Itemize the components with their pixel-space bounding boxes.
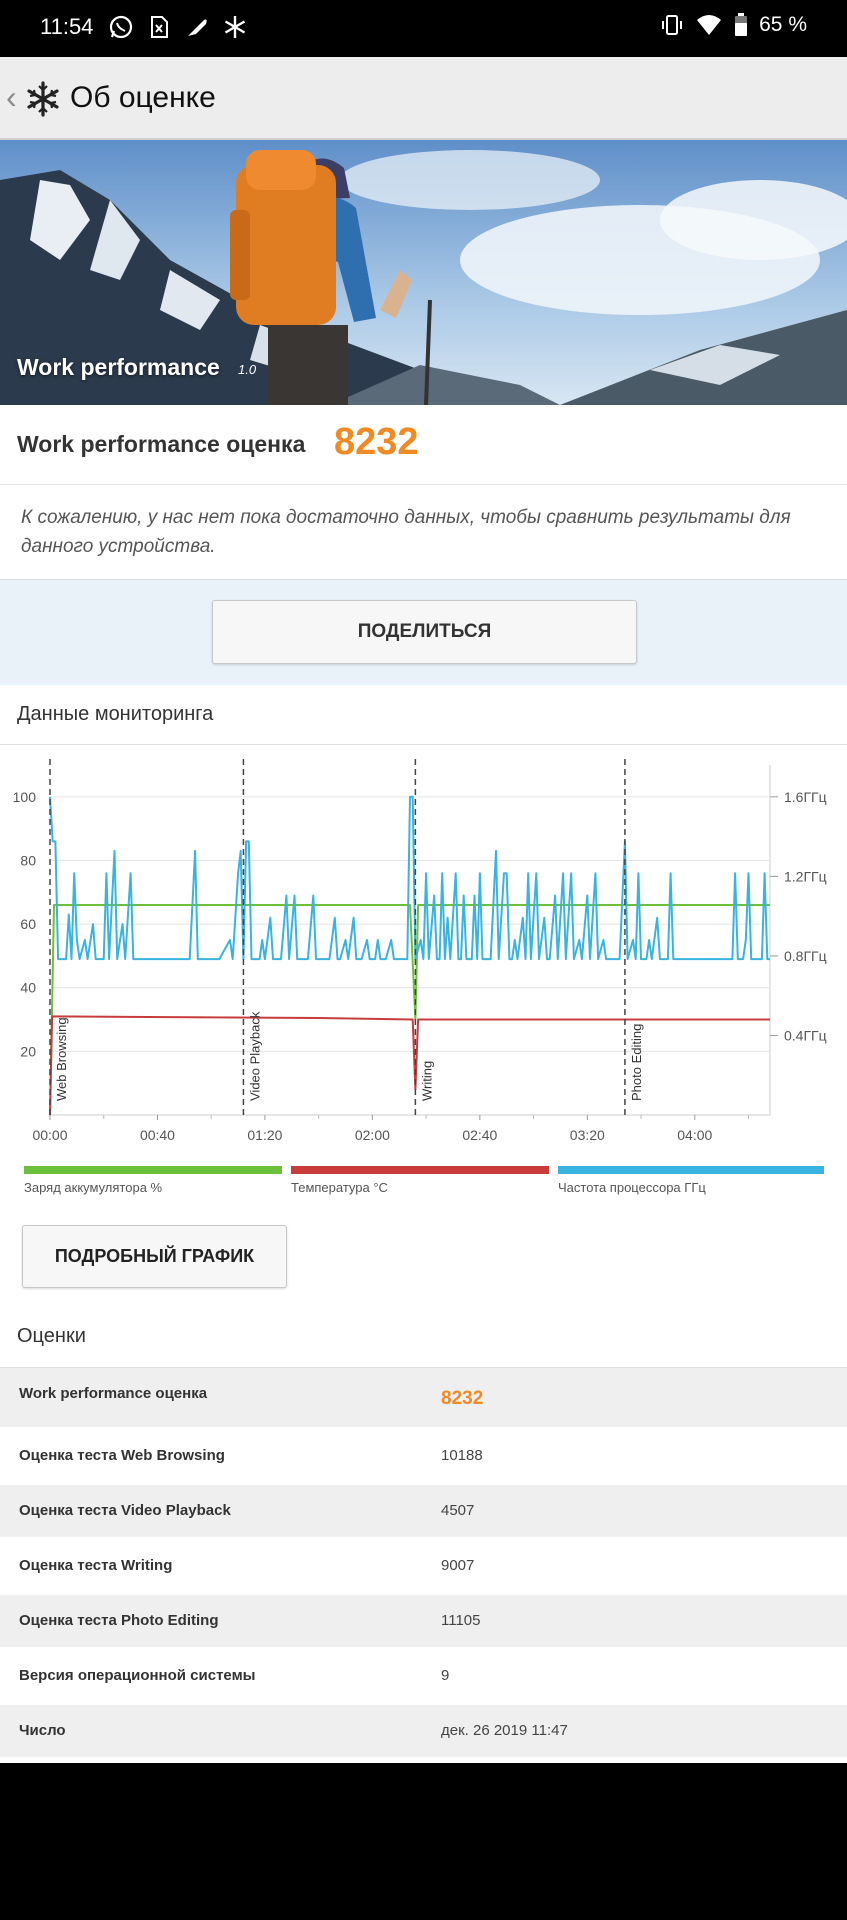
legend-temperature: Температура °C [291, 1166, 549, 1196]
battery-icon [735, 13, 748, 36]
row-value: дек. 26 2019 11:47 [441, 1722, 568, 1739]
row-key: Оценка теста Video Playback [19, 1502, 231, 1519]
row-value: 10188 [441, 1447, 483, 1464]
table-row: Work performance оценка 8232 [0, 1368, 847, 1430]
share-section: ПОДЕЛИТЬСЯ [0, 580, 847, 685]
score-value: 8232 [334, 421, 419, 463]
whatsapp-icon [109, 15, 133, 39]
row-value: 9 [441, 1667, 450, 1684]
notification-icons [108, 14, 248, 40]
navigation-area [0, 1765, 847, 1920]
status-bar: 11:54 65 % [0, 0, 847, 57]
vibrate-icon [662, 15, 683, 35]
page-title: Об оценке [70, 81, 216, 114]
table-row: Версия операционной системы 9 [0, 1650, 847, 1705]
hero-title: Work performance [17, 354, 220, 380]
row-value: 9007 [441, 1557, 475, 1574]
row-value: 11105 [441, 1612, 481, 1629]
detailed-chart-button[interactable]: ПОДРОБНЫЙ ГРАФИК [22, 1225, 287, 1288]
table-row: Число дек. 26 2019 11:47 [0, 1705, 847, 1760]
legend-temperature-swatch [291, 1166, 549, 1174]
legend-cpu-swatch [558, 1166, 824, 1174]
row-key: Версия операционной системы [19, 1667, 256, 1684]
row-key: Число [19, 1722, 66, 1739]
scores-title: Оценки [17, 1325, 86, 1347]
app-bar: ‹ Об оценке [0, 57, 847, 140]
legend-cpu: Частота процессора ГГц [558, 1166, 824, 1196]
legend-battery-swatch [24, 1166, 282, 1174]
snowflake-icon [224, 16, 246, 38]
legend-battery-label: Заряд аккумулятора % [24, 1180, 163, 1195]
sim-error-icon [151, 16, 168, 38]
comparison-note: К сожалению, у нас нет пока достаточно д… [0, 485, 847, 580]
row-key: Оценка теста Web Browsing [19, 1447, 225, 1464]
status-time: 11:54 [40, 14, 94, 39]
scores-table: Work performance оценка 8232 Оценка тест… [0, 1367, 847, 1760]
status-right: 65 % [659, 12, 807, 38]
legend-temperature-label: Температура °C [291, 1180, 388, 1195]
score-card: Work performance оценка 8232 [0, 405, 847, 485]
feather-icon [188, 19, 207, 36]
row-key: Оценка теста Photo Editing [19, 1612, 219, 1629]
row-key: Work performance оценка [19, 1385, 208, 1402]
row-key: Оценка теста Writing [19, 1557, 173, 1574]
monitoring-header: Данные мониторинга [0, 685, 847, 745]
comparison-note-text: К сожалению, у нас нет пока достаточно д… [21, 507, 791, 557]
hero-version: 1.0 [238, 362, 257, 377]
row-value: 8232 [441, 1388, 484, 1409]
table-row: Оценка теста Writing 9007 [0, 1540, 847, 1595]
score-label: Work performance оценка [17, 431, 306, 457]
battery-percent: 65 % [759, 13, 807, 36]
monitoring-title: Данные мониторинга [17, 703, 214, 725]
table-row: Оценка теста Photo Editing 11105 [0, 1595, 847, 1650]
table-row: Оценка теста Video Playback 4507 [0, 1485, 847, 1540]
table-row: Оценка теста Web Browsing 10188 [0, 1430, 847, 1485]
wifi-icon [697, 15, 722, 35]
snowflake-logo-icon[interactable] [24, 80, 62, 118]
row-value: 4507 [441, 1502, 475, 1519]
legend-cpu-label: Частота процессора ГГц [558, 1180, 706, 1195]
share-button[interactable]: ПОДЕЛИТЬСЯ [212, 600, 637, 664]
chevron-left-icon[interactable]: ‹ [6, 79, 17, 116]
hero-banner: Work performance 1.0 [0, 140, 847, 405]
legend-battery: Заряд аккумулятора % [24, 1166, 282, 1196]
